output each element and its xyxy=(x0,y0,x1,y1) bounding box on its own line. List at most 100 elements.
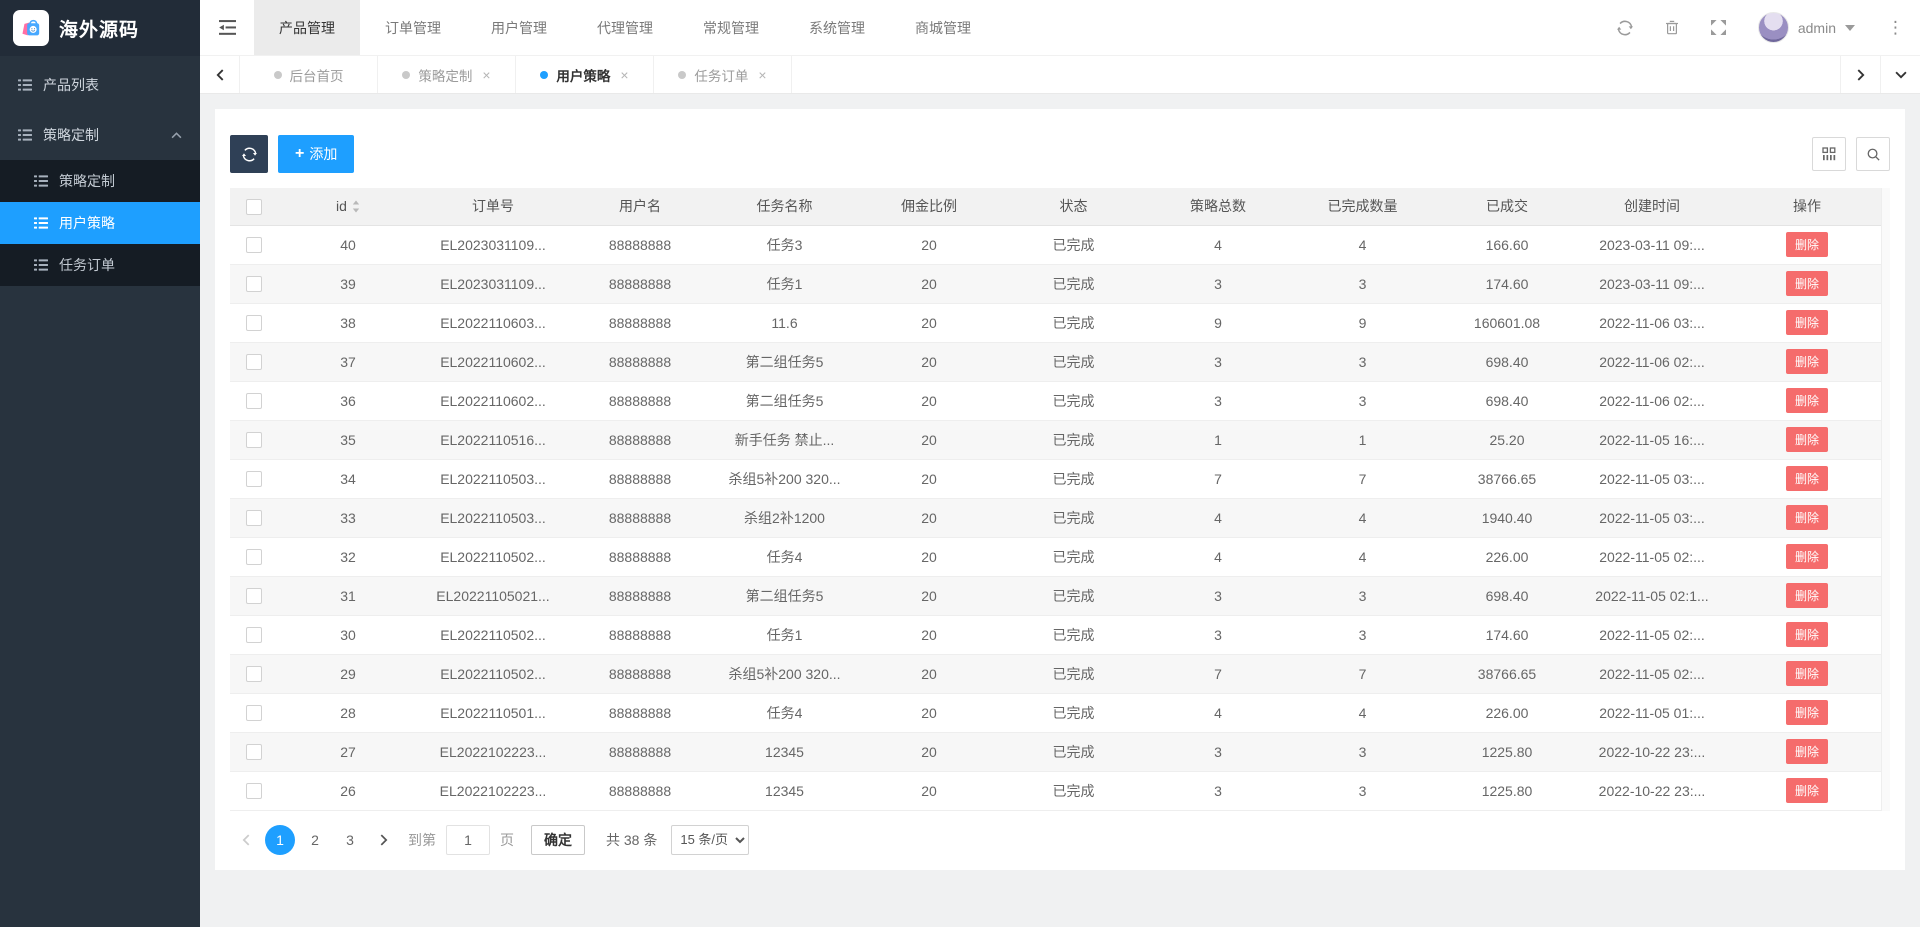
delete-button[interactable]: 删除 xyxy=(1786,505,1828,530)
refresh-icon[interactable] xyxy=(1617,20,1633,36)
avatar[interactable] xyxy=(1758,12,1789,43)
goto-page-input[interactable] xyxy=(446,825,490,855)
fullscreen-icon[interactable] xyxy=(1711,20,1726,35)
tab-user-strategy[interactable]: 用户策略× xyxy=(516,56,654,93)
delete-button[interactable]: 删除 xyxy=(1786,700,1828,725)
nav-tab-general-manage[interactable]: 常规管理 xyxy=(678,0,784,55)
row-checkbox[interactable] xyxy=(246,744,262,760)
cell-id: 32 xyxy=(278,537,418,576)
sidebar-item-task-orders[interactable]: 任务订单 xyxy=(0,244,200,286)
add-button[interactable]: + 添加 xyxy=(278,135,354,173)
sidebar-item-strategy-custom[interactable]: 策略定制 xyxy=(0,160,200,202)
cell-completed: 1 xyxy=(1290,420,1435,459)
row-checkbox[interactable] xyxy=(246,471,262,487)
row-checkbox[interactable] xyxy=(246,276,262,292)
page-number-2[interactable]: 2 xyxy=(300,825,330,855)
page-number-1[interactable]: 1 xyxy=(265,825,295,855)
delete-button[interactable]: 删除 xyxy=(1786,778,1828,803)
goto-confirm-button[interactable]: 确定 xyxy=(531,825,585,855)
delete-button[interactable]: 删除 xyxy=(1786,232,1828,257)
cell-checkbox xyxy=(230,420,278,459)
sidebar-item-product-list[interactable]: 产品列表 xyxy=(0,60,200,110)
cell-completed: 7 xyxy=(1290,459,1435,498)
row-checkbox[interactable] xyxy=(246,354,262,370)
delete-button[interactable]: 删除 xyxy=(1786,583,1828,608)
cell-order_no: EL2023031109... xyxy=(418,225,568,264)
logo: 海外源码 xyxy=(0,0,200,56)
delete-button[interactable]: 删除 xyxy=(1786,544,1828,569)
row-checkbox[interactable] xyxy=(246,588,262,604)
close-icon[interactable]: × xyxy=(758,67,766,83)
delete-button[interactable]: 删除 xyxy=(1786,466,1828,491)
cell-action: 删除 xyxy=(1725,420,1889,459)
tab-home[interactable]: 后台首页 xyxy=(240,56,378,93)
delete-button[interactable]: 删除 xyxy=(1786,427,1828,452)
cell-created: 2022-11-05 02:... xyxy=(1579,654,1725,693)
nav-tab-system-manage[interactable]: 系统管理 xyxy=(784,0,890,55)
sort-icon[interactable] xyxy=(352,200,360,213)
nav-tab-agent-manage[interactable]: 代理管理 xyxy=(572,0,678,55)
tabs-menu-toggle[interactable] xyxy=(1880,56,1920,93)
row-checkbox[interactable] xyxy=(246,432,262,448)
collapse-sidebar-icon[interactable] xyxy=(200,0,254,55)
page-next-icon[interactable] xyxy=(370,834,398,846)
trash-icon[interactable] xyxy=(1665,20,1679,35)
row-checkbox[interactable] xyxy=(246,237,262,253)
sidebar-item-user-strategy[interactable]: 用户策略 xyxy=(0,202,200,244)
cell-amount: 166.60 xyxy=(1435,225,1579,264)
delete-button[interactable]: 删除 xyxy=(1786,739,1828,764)
table-row: 37EL2022110602...88888888第二组任务520已完成3369… xyxy=(230,342,1889,381)
nav-tab-product-manage[interactable]: 产品管理 xyxy=(254,0,360,55)
select-all-checkbox[interactable] xyxy=(246,199,262,215)
tab-strategy-custom[interactable]: 策略定制× xyxy=(378,56,516,93)
row-checkbox[interactable] xyxy=(246,705,262,721)
cell-action: 删除 xyxy=(1725,381,1889,420)
delete-button[interactable]: 删除 xyxy=(1786,349,1828,374)
nav-tab-mall-manage[interactable]: 商城管理 xyxy=(890,0,996,55)
row-checkbox[interactable] xyxy=(246,783,262,799)
sidebar-item-strategy-custom-group[interactable]: 策略定制 xyxy=(0,110,200,160)
user-menu[interactable]: admin xyxy=(1758,12,1855,43)
close-icon[interactable]: × xyxy=(620,67,628,83)
total-count: 共 38 条 xyxy=(606,830,657,850)
row-checkbox[interactable] xyxy=(246,315,262,331)
cell-total: 3 xyxy=(1146,732,1290,771)
search-button[interactable] xyxy=(1856,137,1890,171)
delete-button[interactable]: 删除 xyxy=(1786,271,1828,296)
cell-commission: 20 xyxy=(857,420,1001,459)
tab-task-orders[interactable]: 任务订单× xyxy=(654,56,792,93)
tabs-scroll-right[interactable] xyxy=(1840,56,1880,93)
row-checkbox[interactable] xyxy=(246,627,262,643)
cell-checkbox xyxy=(230,537,278,576)
cell-checkbox xyxy=(230,615,278,654)
tabs-scroll-left[interactable] xyxy=(200,56,240,93)
cell-username: 88888888 xyxy=(568,264,712,303)
page-number-3[interactable]: 3 xyxy=(335,825,365,855)
cell-task: 杀组5补200 320... xyxy=(712,654,857,693)
row-checkbox[interactable] xyxy=(246,393,262,409)
cell-completed: 7 xyxy=(1290,654,1435,693)
cell-checkbox xyxy=(230,342,278,381)
row-checkbox[interactable] xyxy=(246,666,262,682)
delete-button[interactable]: 删除 xyxy=(1786,388,1828,413)
cell-status: 已完成 xyxy=(1001,303,1146,342)
nav-tab-order-manage[interactable]: 订单管理 xyxy=(360,0,466,55)
cell-total: 4 xyxy=(1146,498,1290,537)
column-header-username: 用户名 xyxy=(568,188,712,225)
row-checkbox[interactable] xyxy=(246,549,262,565)
close-icon[interactable]: × xyxy=(482,67,490,83)
kebab-icon[interactable]: ⋮ xyxy=(1887,19,1904,36)
row-checkbox[interactable] xyxy=(246,510,262,526)
delete-button[interactable]: 删除 xyxy=(1786,661,1828,686)
nav-tab-user-manage[interactable]: 用户管理 xyxy=(466,0,572,55)
page-prev-icon[interactable] xyxy=(232,834,260,846)
refresh-table-button[interactable] xyxy=(230,135,268,173)
cell-order_no: EL2022110502... xyxy=(418,537,568,576)
columns-filter-button[interactable] xyxy=(1812,137,1846,171)
table-scrollbar-gutter[interactable] xyxy=(1881,188,1890,811)
cell-status: 已完成 xyxy=(1001,381,1146,420)
delete-button[interactable]: 删除 xyxy=(1786,310,1828,335)
delete-button[interactable]: 删除 xyxy=(1786,622,1828,647)
page-size-select[interactable]: 15 条/页 xyxy=(671,825,749,855)
cell-commission: 20 xyxy=(857,225,1001,264)
